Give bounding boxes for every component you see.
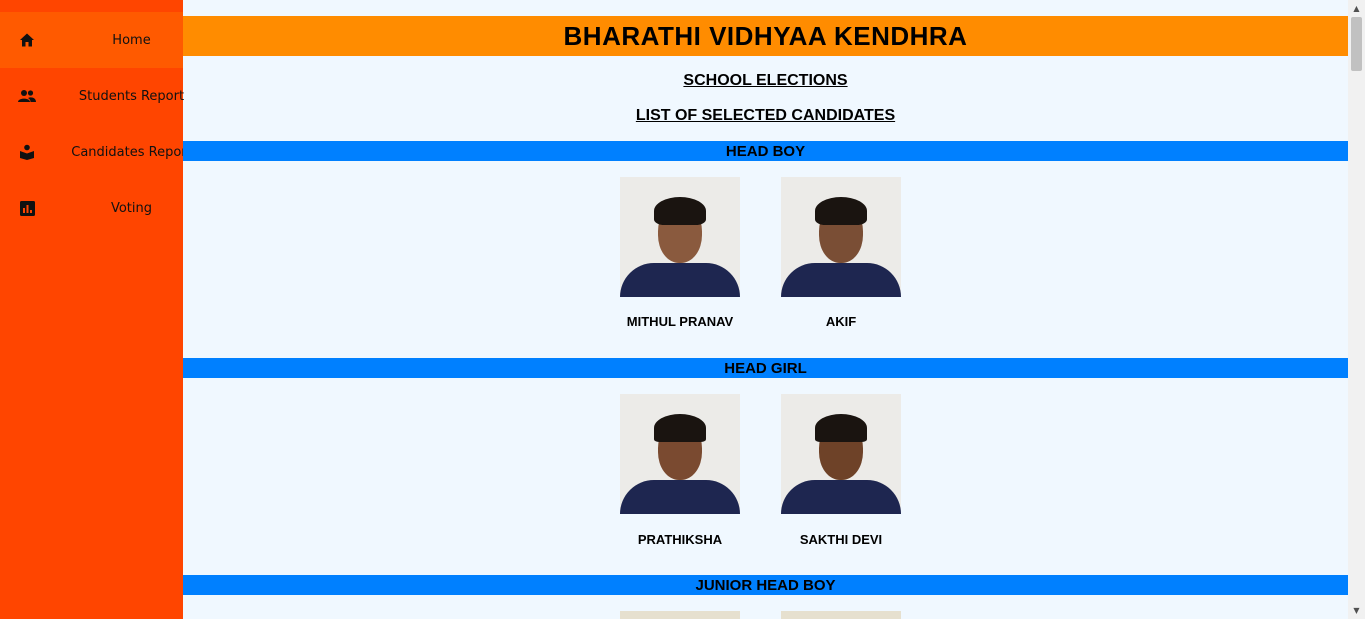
page-title: SCHOOL ELECTIONS <box>683 72 848 89</box>
candidate-card[interactable]: SAKTHI DEVI <box>781 394 901 547</box>
section-header-junior-head-boy: JUNIOR HEAD BOY <box>183 575 1348 595</box>
candidate-photo <box>620 177 740 297</box>
candidate-name: AKIF <box>825 314 857 329</box>
section-header-head-boy: HEAD BOY <box>183 141 1348 161</box>
vertical-scrollbar[interactable]: ▲ ▼ <box>1348 0 1365 619</box>
home-icon <box>18 31 36 49</box>
sidebar-item-home[interactable]: Home <box>0 12 183 68</box>
candidate-card[interactable]: MITHUL PRANAV <box>620 177 740 329</box>
scroll-up-arrow-icon[interactable]: ▲ <box>1348 0 1365 17</box>
page-subtitle: LIST OF SELECTED CANDIDATES <box>635 107 896 124</box>
candidate-name: PRATHIKSHA <box>637 532 723 547</box>
candidate-name: MITHUL PRANAV <box>626 314 734 329</box>
sidebar: Home Students Report Candidates Report V… <box>0 0 192 619</box>
candidate-photo <box>781 394 901 514</box>
candidate-card[interactable]: AKIF <box>781 177 901 329</box>
bar-chart-icon <box>18 199 36 217</box>
sidebar-item-candidates-report[interactable]: Candidates Report <box>0 124 192 180</box>
main-content: BHARATHI VIDHYAA KENDHRA SCHOOL ELECTION… <box>183 0 1348 619</box>
sidebar-top-strip <box>0 0 183 12</box>
scroll-down-arrow-icon[interactable]: ▼ <box>1348 602 1365 619</box>
candidate-photo <box>781 611 901 619</box>
sidebar-item-students-report[interactable]: Students Report <box>0 68 184 124</box>
scrollbar-thumb[interactable] <box>1351 17 1362 71</box>
people-icon <box>18 87 36 105</box>
book-icon <box>18 143 36 161</box>
section-header-head-girl: HEAD GIRL <box>183 358 1348 378</box>
school-name-header: BHARATHI VIDHYAA KENDHRA <box>183 16 1348 56</box>
candidate-photo <box>620 611 740 619</box>
candidate-name: SAKTHI DEVI <box>799 532 883 547</box>
candidate-card[interactable]: PRATHIKSHA <box>620 394 740 547</box>
sidebar-item-voting[interactable]: Voting <box>0 180 183 236</box>
candidate-photo <box>620 394 740 514</box>
candidate-photo <box>781 177 901 297</box>
